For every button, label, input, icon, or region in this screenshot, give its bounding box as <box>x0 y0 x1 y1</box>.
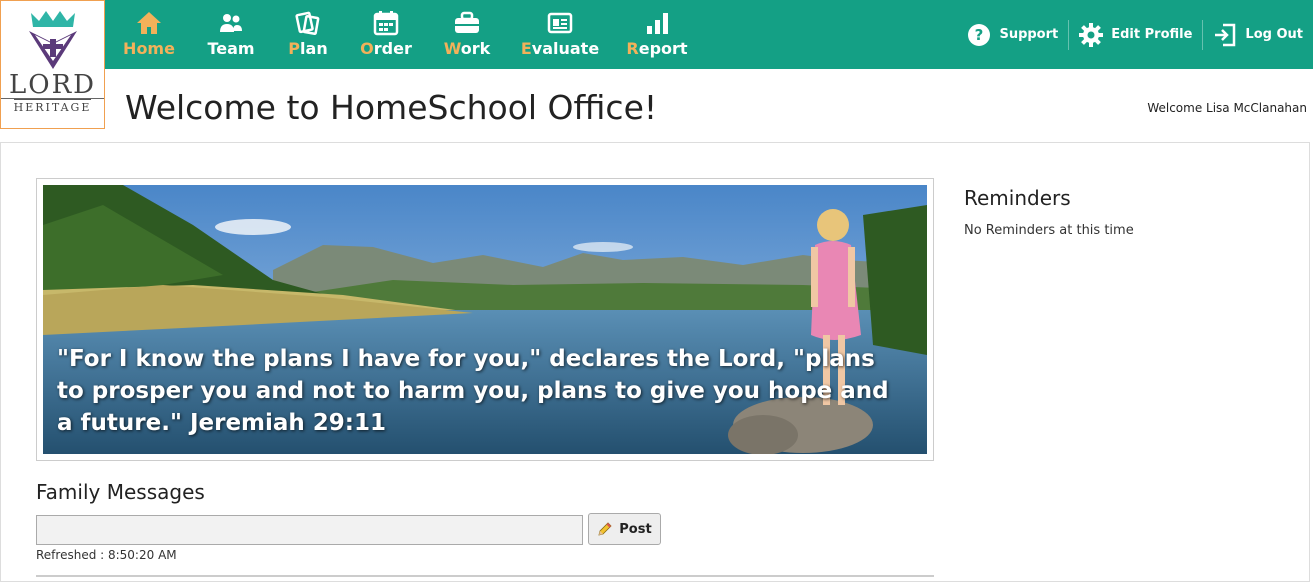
team-icon <box>216 10 246 36</box>
reminders-empty-text: No Reminders at this time <box>964 223 1134 238</box>
report-icon <box>642 10 672 36</box>
work-icon <box>452 10 482 36</box>
reminders-title: Reminders <box>964 186 1071 210</box>
crown-shield-icon <box>29 11 77 69</box>
home-icon <box>134 10 164 36</box>
evaluate-icon <box>545 10 575 36</box>
nav-team[interactable]: Team <box>192 0 270 69</box>
scripture-quote: "For I know the plans I have for you," d… <box>57 346 889 436</box>
brand-name-line2: HERITAGE <box>1 98 104 114</box>
refreshed-timestamp: Refreshed : 8:50:20 AM <box>36 548 177 562</box>
lord-heritage-logo[interactable]: LORD HERITAGE <box>0 0 105 129</box>
nav-report[interactable]: Report <box>612 0 702 69</box>
svg-text:?: ? <box>975 26 984 44</box>
pencil-icon <box>597 521 613 537</box>
nav-plan[interactable]: Plan <box>270 0 346 69</box>
logout-link[interactable]: Log Out <box>1202 19 1313 50</box>
main-nav: Home Team Plan Order Work Evaluate Repor… <box>106 0 702 69</box>
support-link[interactable]: ? Support <box>957 20 1068 50</box>
nav-work[interactable]: Work <box>426 0 508 69</box>
edit-profile-link[interactable]: Edit Profile <box>1068 19 1202 50</box>
order-icon <box>371 10 401 36</box>
help-icon: ? <box>967 23 991 47</box>
gear-icon <box>1079 22 1104 47</box>
brand-name-line1: LORD <box>8 70 96 100</box>
page-title: Welcome to HomeSchool Office! <box>125 88 658 127</box>
family-message-input[interactable] <box>36 515 583 545</box>
lake-landscape-image: "For I know the plans I have for you," d… <box>43 185 927 454</box>
post-button[interactable]: Post <box>588 513 661 545</box>
logout-icon <box>1213 23 1237 47</box>
section-divider <box>36 575 934 577</box>
plan-icon <box>293 10 323 36</box>
nav-home[interactable]: Home <box>106 0 192 69</box>
family-messages-title: Family Messages <box>36 480 205 504</box>
welcome-user-text: Welcome Lisa McClanahan <box>1147 101 1307 115</box>
nav-evaluate[interactable]: Evaluate <box>508 0 612 69</box>
hero-banner: "For I know the plans I have for you," d… <box>36 178 934 461</box>
utility-links: ? Support Edit Profile Log Out <box>957 0 1313 69</box>
nav-order[interactable]: Order <box>346 0 426 69</box>
